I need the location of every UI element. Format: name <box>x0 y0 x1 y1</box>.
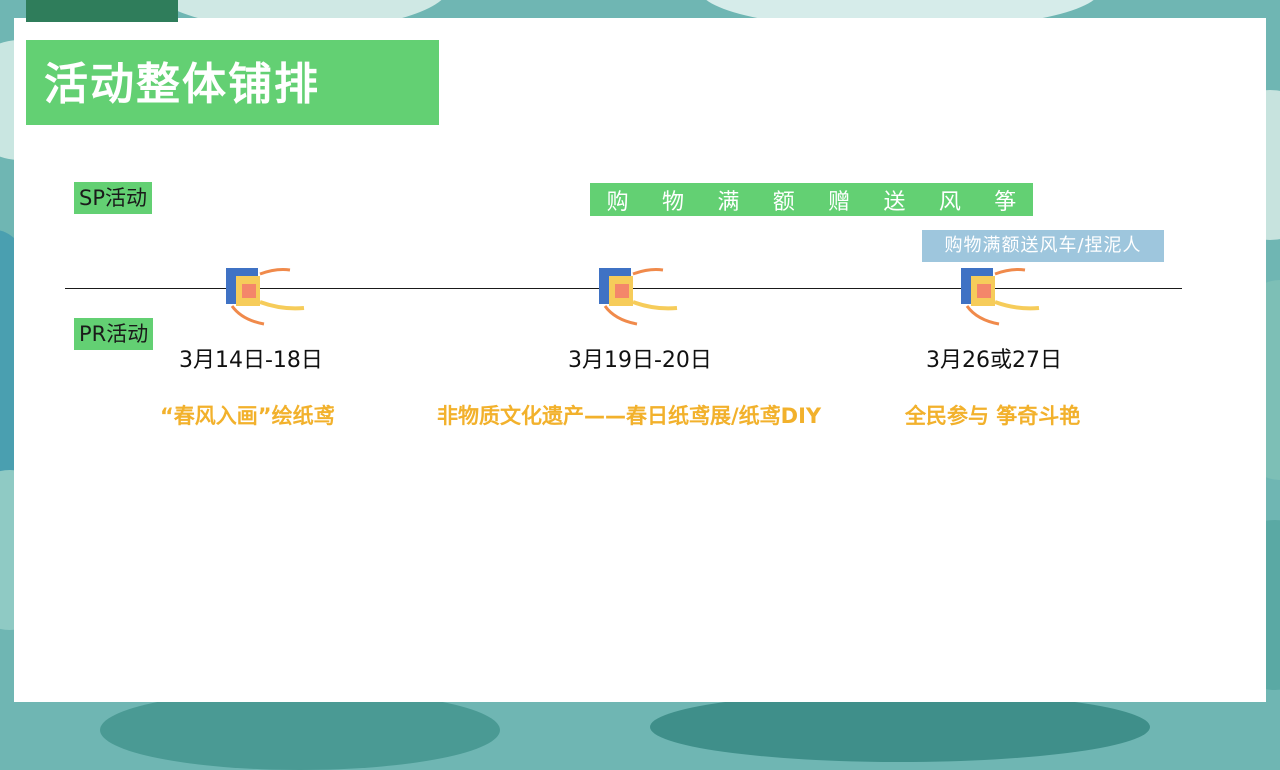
sp-sub-banner: 购物满额送风车/捏泥人 <box>922 230 1164 262</box>
timeline-event: 非物质文化遗产——春日纸鸢展/纸鸢DIY <box>437 404 822 428</box>
sp-banner-char: 赠 <box>828 189 851 215</box>
timeline-event: 全民参与 筝奇斗艳 <box>905 404 1081 428</box>
sp-banner-char: 购 <box>606 189 629 215</box>
sp-banner-char: 物 <box>662 189 685 215</box>
sp-banner-char: 风 <box>938 189 961 215</box>
kite-icon <box>599 268 678 326</box>
timeline-date: 3月14日-18日 <box>179 348 323 373</box>
sp-banner-char: 满 <box>717 189 740 215</box>
timeline-date: 3月19日-20日 <box>568 348 712 373</box>
sp-banner-char: 送 <box>883 189 906 215</box>
timeline-date: 3月26或27日 <box>926 348 1062 373</box>
sp-banner-char: 筝 <box>994 189 1017 215</box>
kite-icon <box>961 268 1040 326</box>
corner-tab <box>26 0 178 22</box>
sp-banner: 购 物 满 额 赠 送 风 筝 <box>590 183 1033 216</box>
pr-activity-tag: PR活动 <box>74 318 154 350</box>
timeline-event: “春风入画”绘纸鸢 <box>160 404 335 428</box>
page-title: 活动整体铺排 <box>44 59 320 110</box>
kite-icon <box>226 268 305 326</box>
sp-activity-tag: SP活动 <box>74 182 152 214</box>
sp-banner-char: 额 <box>772 189 795 215</box>
